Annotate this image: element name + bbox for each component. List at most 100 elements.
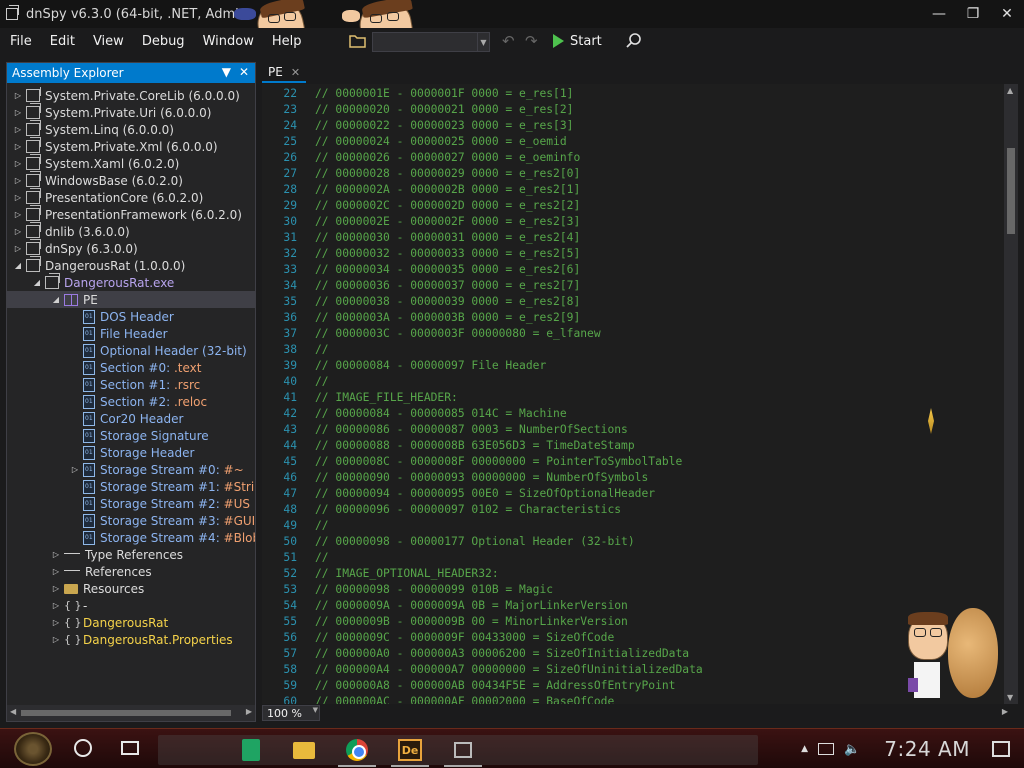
panel-menu-icon[interactable]: ▼ — [222, 65, 231, 79]
tree-item[interactable]: Optional Header (32-bit) — [7, 342, 255, 359]
collapse-icon[interactable]: ◢ — [32, 274, 42, 291]
zoom-combo[interactable]: 100 % ▼ — [262, 705, 320, 721]
scrollbar-thumb[interactable] — [21, 710, 231, 716]
tree-item[interactable]: ▷ PresentationCore (6.0.2.0) — [7, 188, 255, 206]
editor-vertical-scrollbar[interactable]: ▲ ▼ — [1004, 84, 1018, 704]
menu-debug[interactable]: Debug — [132, 34, 193, 49]
collapse-icon[interactable]: ◢ — [51, 291, 61, 308]
expand-icon[interactable]: ▷ — [13, 172, 23, 189]
sheets-icon[interactable] — [228, 733, 274, 767]
tree-item[interactable]: DOS Header — [7, 308, 255, 325]
expand-icon[interactable]: ▷ — [13, 138, 23, 155]
expand-icon[interactable]: ▷ — [13, 223, 23, 240]
tree-item[interactable]: ▷ WindowsBase (6.0.2.0) — [7, 171, 255, 189]
undo-icon[interactable]: ↶ — [502, 31, 515, 51]
search-icon[interactable] — [624, 31, 644, 51]
tree-item[interactable]: ▷ Resources — [7, 580, 255, 597]
volume-muted-icon[interactable]: 🔈 — [844, 742, 860, 757]
tree-item[interactable]: ▷ System.Private.Xml (6.0.0.0) — [7, 137, 255, 155]
tree-item[interactable]: ▷ System.Private.Uri (6.0.0.0) — [7, 103, 255, 121]
expand-icon[interactable]: ▷ — [51, 631, 61, 648]
expand-icon[interactable]: ▷ — [51, 563, 61, 580]
editor-horizontal-scrollbar[interactable]: ▶ — [326, 705, 1010, 721]
expand-icon[interactable]: ▷ — [13, 87, 23, 104]
tree-item[interactable]: File Header — [7, 325, 255, 342]
chevron-down-icon[interactable]: ▼ — [477, 33, 489, 51]
expand-icon[interactable]: ▷ — [13, 104, 23, 121]
scroll-right-icon[interactable]: ▶ — [246, 707, 252, 716]
close-icon[interactable]: ✕ — [990, 0, 1024, 28]
expand-icon[interactable]: ▷ — [70, 461, 80, 478]
tree-item[interactable]: Section #2: .reloc — [7, 393, 255, 410]
expand-icon[interactable]: ▷ — [13, 189, 23, 206]
tree-item[interactable]: Section #0: .text — [7, 359, 255, 376]
tree-item[interactable]: ▷{ } - — [7, 597, 255, 614]
assembly-list-combo[interactable]: ▼ — [372, 32, 490, 52]
tree-item[interactable]: Storage Stream #1: #Strin — [7, 478, 255, 495]
tree-item[interactable]: ▷ Type References — [7, 546, 255, 563]
tree-item[interactable]: Cor20 Header — [7, 410, 255, 427]
menu-help[interactable]: Help — [262, 34, 310, 49]
redo-icon[interactable]: ↷ — [525, 31, 538, 51]
minimize-icon[interactable]: — — [922, 0, 956, 28]
tree-item[interactable]: ◢ PE — [7, 291, 255, 308]
code-editor[interactable]: 22 // 0000001E - 0000001F 0000 = e_res[1]… — [262, 84, 1018, 704]
tree-item[interactable]: Storage Signature — [7, 427, 255, 444]
tree-item[interactable]: ◢ DangerousRat.exe — [7, 273, 255, 291]
tree-item[interactable]: Storage Stream #4: #Blob — [7, 529, 255, 546]
menu-window[interactable]: Window — [193, 34, 262, 49]
start-button[interactable] — [14, 732, 52, 766]
close-panel-icon[interactable]: ✕ — [239, 65, 249, 79]
scroll-left-icon[interactable]: ◀ — [10, 707, 16, 716]
collapse-icon[interactable]: ◢ — [13, 257, 23, 274]
expand-icon[interactable]: ▷ — [13, 240, 23, 257]
scroll-right-icon[interactable]: ▶ — [1002, 707, 1008, 716]
scroll-up-icon[interactable]: ▲ — [1007, 86, 1013, 95]
tree-item[interactable]: ▷ Storage Stream #0: #~ — [7, 461, 255, 478]
expand-icon[interactable]: ▷ — [13, 206, 23, 223]
chevron-down-icon[interactable]: ▼ — [313, 706, 318, 714]
menu-edit[interactable]: Edit — [40, 34, 83, 49]
cortana-icon[interactable] — [74, 739, 92, 757]
expand-icon[interactable]: ▷ — [51, 546, 61, 563]
tree-item[interactable]: ▷{ } DangerousRat — [7, 614, 255, 631]
clock[interactable]: 7:24 AM — [884, 737, 970, 761]
tree-item[interactable]: ▷ System.Private.CoreLib (6.0.0.0) — [7, 87, 255, 104]
tree-item[interactable]: Storage Stream #2: #US — [7, 495, 255, 512]
tree-horizontal-scrollbar[interactable]: ◀ ▶ — [7, 705, 255, 721]
show-hidden-icons-icon[interactable]: ▲ — [801, 744, 808, 754]
code-comment: // 00000098 - 00000099 010B = Magic — [315, 583, 554, 596]
de-app-icon[interactable]: De — [387, 733, 433, 767]
dnspy-icon[interactable] — [440, 733, 486, 767]
tree-item[interactable]: ▷ dnSpy (6.3.0.0) — [7, 239, 255, 257]
tree-item[interactable]: Storage Header — [7, 444, 255, 461]
tree-item[interactable]: ▷ dnlib (3.6.0.0) — [7, 222, 255, 240]
tree-item[interactable]: ▷ System.Linq (6.0.0.0) — [7, 120, 255, 138]
tab-pe[interactable]: PE ✕ — [262, 63, 307, 83]
scroll-down-icon[interactable]: ▼ — [1007, 693, 1013, 702]
tree-item[interactable]: ▷ System.Xaml (6.0.2.0) — [7, 154, 255, 172]
expand-icon[interactable]: ▷ — [13, 155, 23, 172]
open-folder-icon[interactable] — [349, 34, 369, 56]
close-tab-icon[interactable]: ✕ — [291, 66, 300, 79]
scrollbar-thumb[interactable] — [1007, 148, 1015, 234]
expand-icon[interactable]: ▷ — [51, 597, 61, 614]
tree-item[interactable]: ▷{ } DangerousRat.Properties — [7, 631, 255, 648]
expand-icon[interactable]: ▷ — [51, 614, 61, 631]
restore-icon[interactable]: ❐ — [956, 0, 990, 28]
tree-item[interactable]: Section #1: .rsrc — [7, 376, 255, 393]
tree-item[interactable]: ◢ DangerousRat (1.0.0.0) — [7, 256, 255, 274]
chrome-icon[interactable] — [334, 733, 380, 767]
tree-item[interactable]: ▷ PresentationFramework (6.0.2.0) — [7, 205, 255, 223]
notifications-icon[interactable] — [992, 741, 1010, 757]
tree-item[interactable]: Storage Stream #3: #GUI — [7, 512, 255, 529]
task-view-icon[interactable] — [121, 741, 139, 755]
network-icon[interactable] — [818, 743, 835, 755]
menu-file[interactable]: File — [0, 34, 40, 49]
file-explorer-icon[interactable] — [281, 733, 327, 767]
menu-view[interactable]: View — [83, 34, 132, 49]
tree-item[interactable]: ▷ References — [7, 563, 255, 580]
start-debugging-button[interactable]: Start — [553, 31, 602, 51]
expand-icon[interactable]: ▷ — [51, 580, 61, 597]
expand-icon[interactable]: ▷ — [13, 121, 23, 138]
